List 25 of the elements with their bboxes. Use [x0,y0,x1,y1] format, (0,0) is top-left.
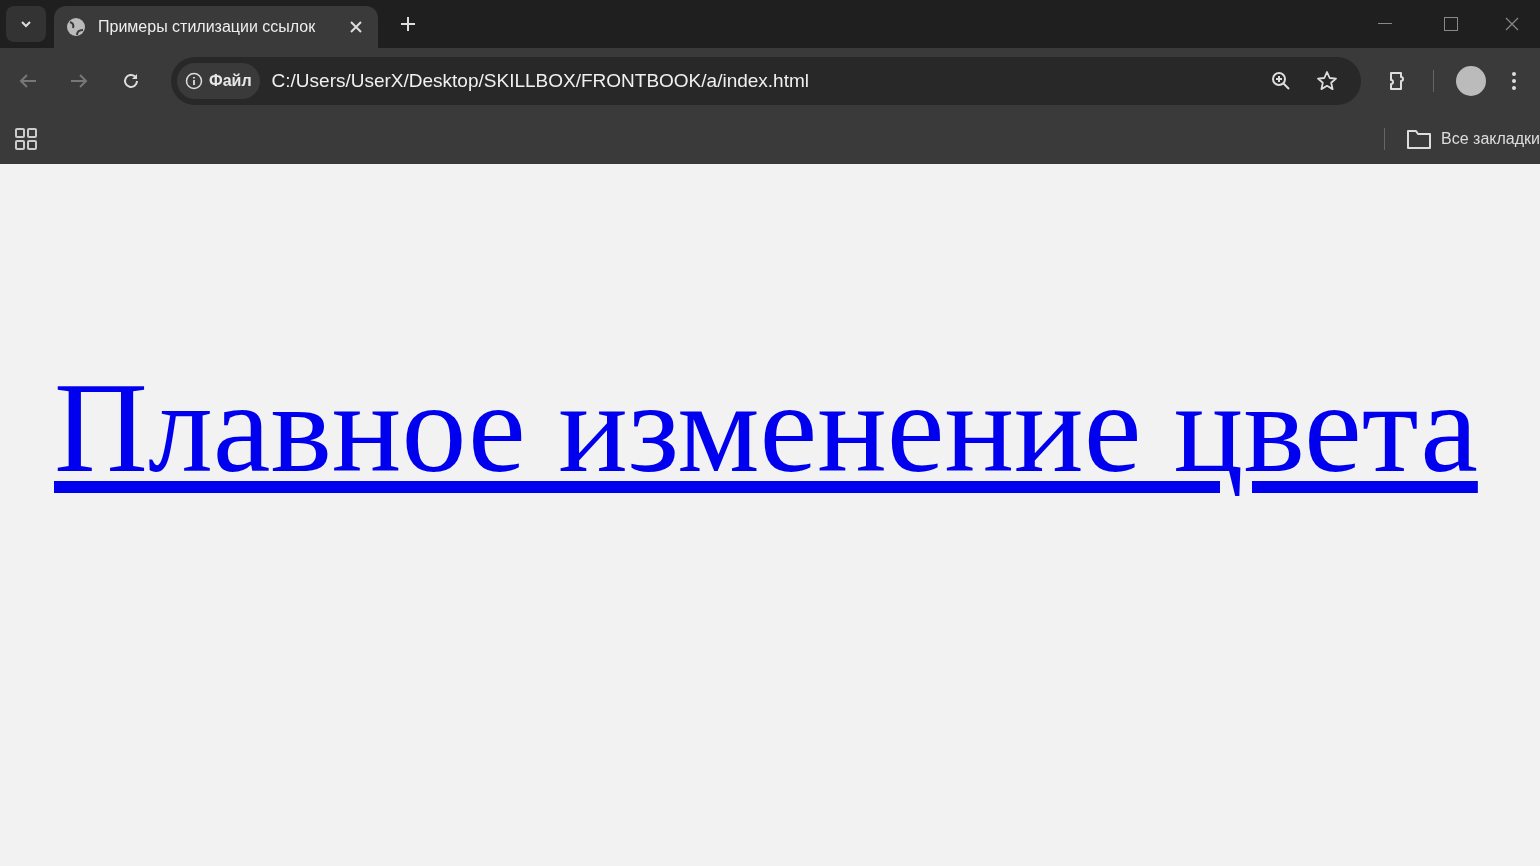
more-vertical-icon [1511,71,1517,91]
zoom-icon [1271,71,1291,91]
all-bookmarks-button[interactable]: Все закладки [1407,127,1540,151]
globe-icon [66,17,86,37]
apps-button[interactable] [14,127,38,151]
site-info-chip[interactable]: Файл [177,63,260,99]
tab-title: Примеры стилизации ссылок [98,17,317,37]
maximize-icon [1444,17,1458,31]
grid-icon [15,128,37,150]
star-icon [1316,70,1338,92]
close-icon [350,21,362,33]
back-arrow-icon [19,73,37,89]
address-bar[interactable]: Файл C:/Users/UserX/Desktop/SKILLBOX/FRONTBOOK/a/index.html [171,57,1361,105]
reload-icon [122,72,140,90]
chevron-down-icon [20,20,32,28]
plus-icon [400,16,416,32]
forward-arrow-icon [70,73,88,89]
close-icon [1505,17,1519,31]
browser-tab[interactable]: Примеры стилизации ссылок [54,6,378,48]
info-icon [185,72,203,90]
url-text: C:/Users/UserX/Desktop/SKILLBOX/FRONTBOOK/a/index.html [271,68,809,93]
folder-icon [1407,129,1432,149]
page-link[interactable]: Плавное изменение цвета [54,355,1478,499]
minimize-icon [1378,23,1392,25]
profile-avatar[interactable] [1456,66,1486,96]
